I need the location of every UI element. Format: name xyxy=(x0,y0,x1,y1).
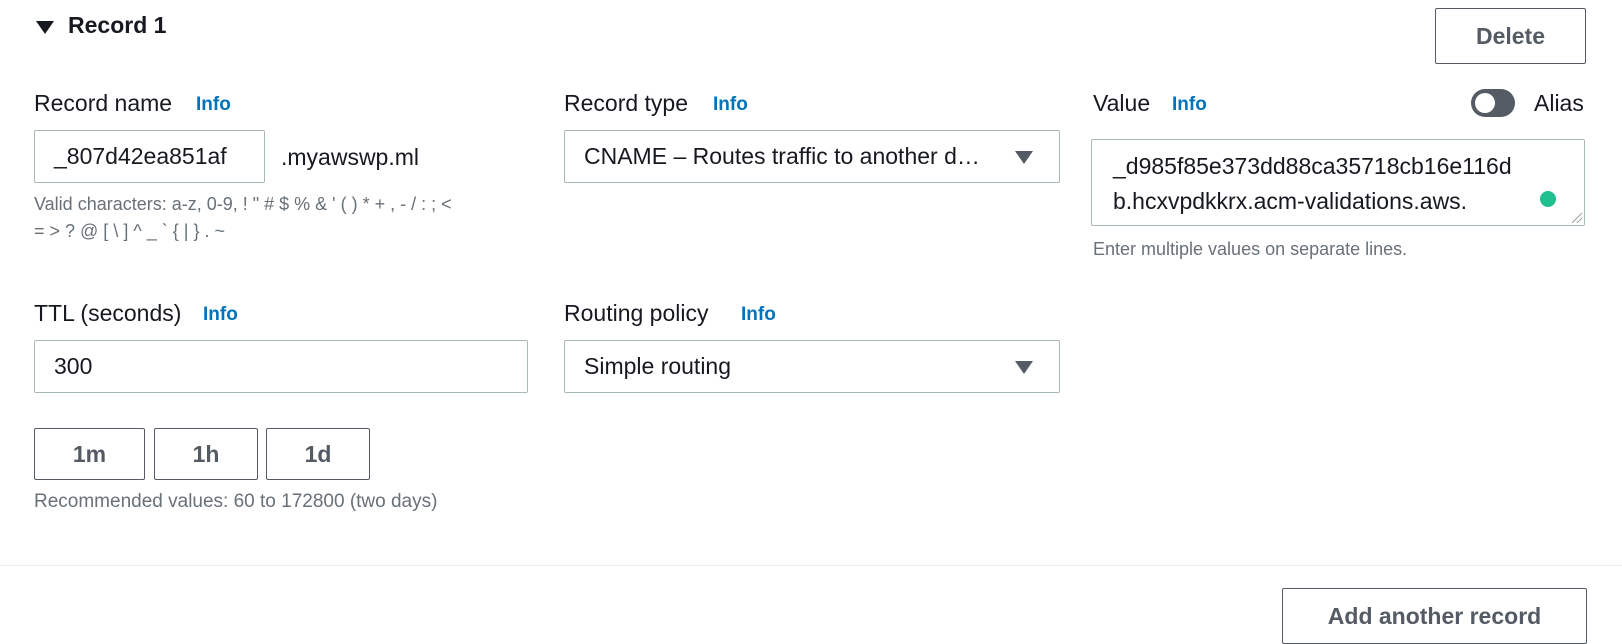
record-name-input[interactable]: _807d42ea851af xyxy=(34,130,265,183)
value-hint: Enter multiple values on separate lines. xyxy=(1093,239,1408,259)
ttl-info-link[interactable]: Info xyxy=(203,304,238,326)
ttl-input[interactable]: 300 xyxy=(34,340,528,393)
chevron-down-icon xyxy=(1015,361,1033,374)
ttl-1h-button[interactable]: 1h xyxy=(154,428,258,480)
record-name-label: Record name xyxy=(34,90,173,116)
routing-policy-label: Routing policy xyxy=(564,300,709,326)
toggle-knob xyxy=(1475,93,1495,113)
value-info-link[interactable]: Info xyxy=(1172,94,1207,116)
alias-toggle[interactable] xyxy=(1471,89,1515,117)
record-type-select[interactable]: CNAME – Routes traffic to another d… xyxy=(564,130,1060,183)
record-name-hint-line2: = > ? @ [ \ ] ^ _ ` { | } . ~ xyxy=(34,221,225,241)
record-type-selected-value: CNAME – Routes traffic to another d… xyxy=(584,143,980,169)
divider xyxy=(0,565,1622,566)
ttl-label: TTL (seconds) xyxy=(34,300,182,326)
routing-policy-select[interactable]: Simple routing xyxy=(564,340,1060,393)
routing-policy-info-link[interactable]: Info xyxy=(741,304,776,326)
value-line-1: _d985f85e373dd88ca35718cb16e116d xyxy=(1113,153,1512,179)
domain-suffix: .myawswp.ml xyxy=(281,144,420,170)
ttl-1d-button[interactable]: 1d xyxy=(266,428,370,480)
routing-policy-selected-value: Simple routing xyxy=(584,353,732,379)
record-name-info-link[interactable]: Info xyxy=(196,94,231,116)
ttl-1m-button[interactable]: 1m xyxy=(34,428,145,480)
record-title: Record 1 xyxy=(68,12,167,38)
add-another-record-button[interactable]: Add another record xyxy=(1282,588,1587,644)
record-type-info-link[interactable]: Info xyxy=(713,94,748,116)
record-type-label: Record type xyxy=(564,90,689,116)
value-label: Value xyxy=(1093,90,1151,116)
collapse-caret-icon[interactable] xyxy=(36,21,54,34)
chevron-down-icon xyxy=(1015,151,1033,164)
ttl-hint: Recommended values: 60 to 172800 (two da… xyxy=(34,491,438,512)
status-dot-icon xyxy=(1540,191,1556,207)
value-line-2: b.hcxvpdkkrx.acm-validations.aws. xyxy=(1113,188,1468,214)
record-name-hint-line1: Valid characters: a-z, 0-9, ! " # $ % & … xyxy=(34,194,452,214)
alias-label: Alias xyxy=(1534,90,1584,116)
value-textarea[interactable]: _d985f85e373dd88ca35718cb16e116d b.hcxvp… xyxy=(1091,139,1585,226)
delete-button[interactable]: Delete xyxy=(1435,8,1586,64)
resize-grip-icon[interactable] xyxy=(1572,213,1582,223)
